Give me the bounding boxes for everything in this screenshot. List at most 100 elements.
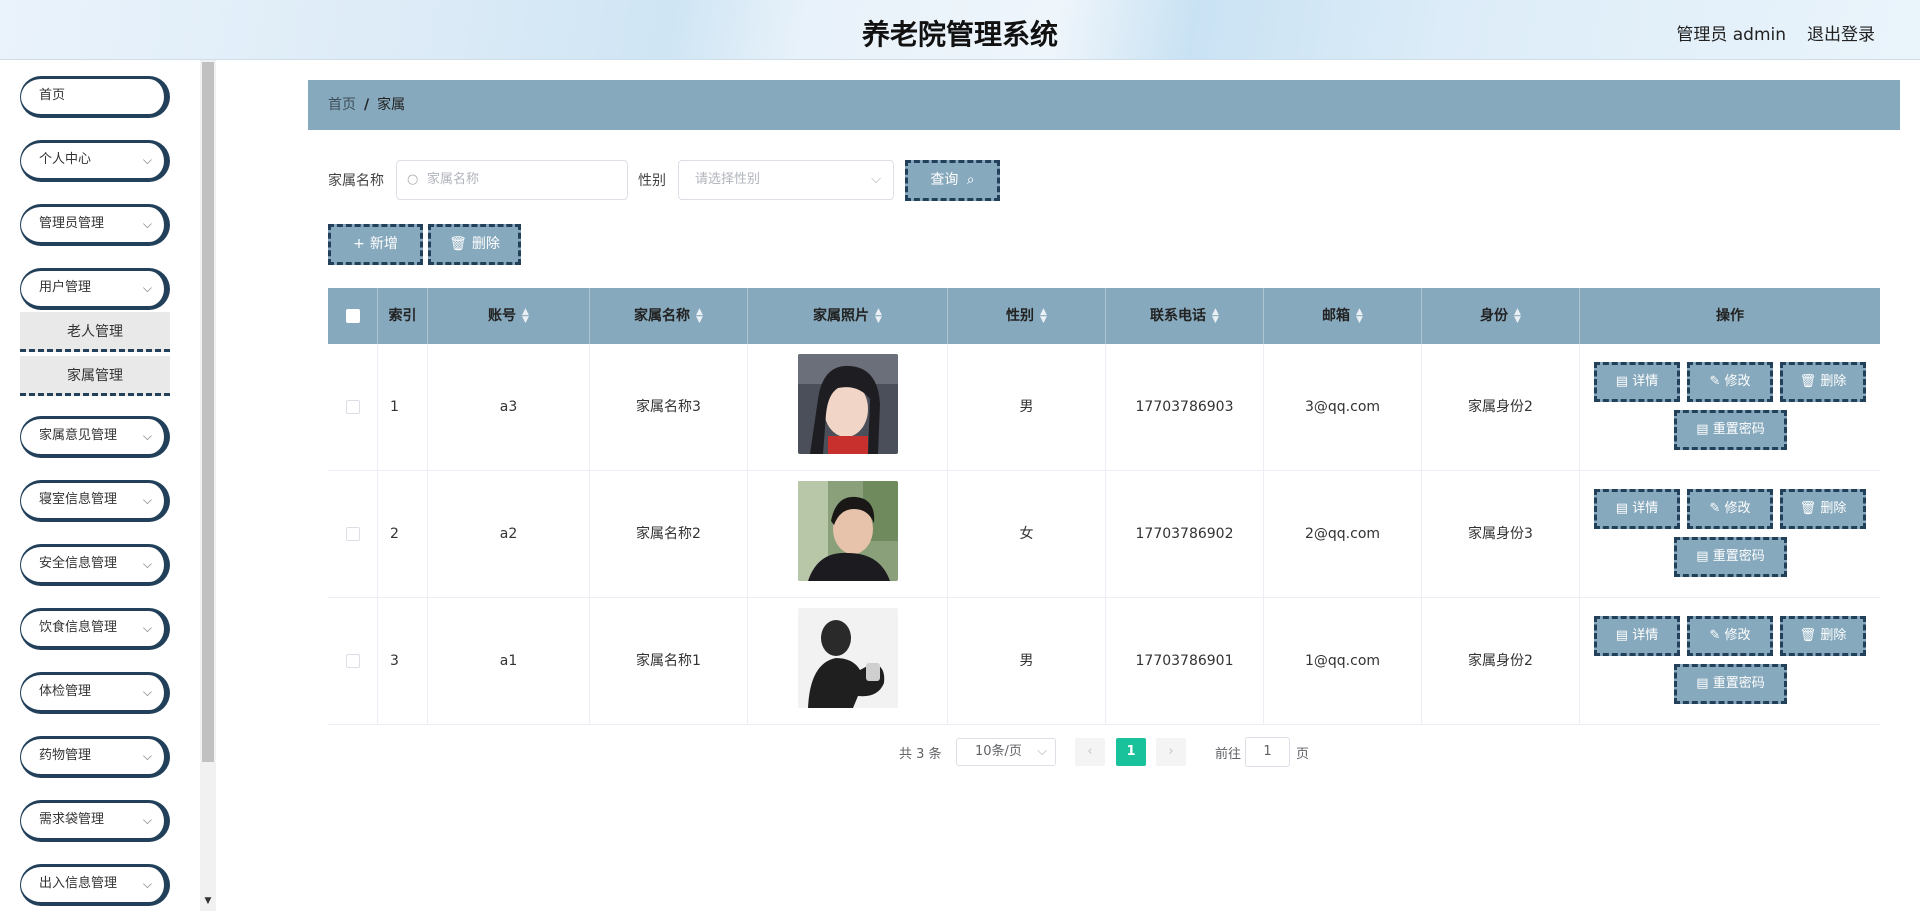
- sidebar-item-family-feedback[interactable]: 家属意见管理 ⌵: [20, 416, 170, 458]
- edit-button[interactable]: ✎ 修改: [1687, 616, 1773, 656]
- next-page-button[interactable]: ›: [1156, 738, 1186, 766]
- sidebar-item-label: 药物管理: [39, 748, 92, 763]
- sidebar: 首页 个人中心 ⌵ 管理员管理 ⌵ 用户管理 ⌵ 老人管理 家属管理 家属意见管理 ⌵ …: [0, 60, 216, 911]
- prev-page-button[interactable]: ‹: [1075, 738, 1105, 766]
- reset-password-button[interactable]: ▤ 重置密码: [1674, 410, 1787, 450]
- top-header: 养老院管理系统 管理员 admin 退出登录: [0, 0, 1920, 60]
- detail-button[interactable]: ▤ 详情: [1594, 616, 1680, 656]
- header-gender[interactable]: 性别 ▲ ▼: [948, 288, 1106, 344]
- sort-icon[interactable]: ▲ ▼: [875, 308, 882, 325]
- header-identity-label: 身份: [1480, 308, 1509, 324]
- sidebar-item-access[interactable]: 出入信息管理 ⌵: [20, 864, 170, 906]
- edit-button[interactable]: ✎ 修改: [1687, 362, 1773, 402]
- sidebar-item-dorm[interactable]: 寝室信息管理 ⌵: [20, 480, 170, 522]
- sort-icon[interactable]: ▲ ▼: [696, 308, 703, 325]
- detail-button[interactable]: ▤ 详情: [1594, 489, 1680, 529]
- cell-identity: 家属身份2: [1422, 344, 1580, 471]
- cell-index: 1: [378, 344, 428, 471]
- family-photo[interactable]: [798, 608, 898, 708]
- header-index: 索引: [378, 288, 428, 344]
- pager-total: 共 3 条: [899, 747, 942, 762]
- sidebar-item-home[interactable]: 首页: [20, 76, 170, 118]
- query-button[interactable]: 查询 ⌕: [905, 160, 1000, 201]
- select-all-checkbox[interactable]: [345, 309, 360, 323]
- name-search-input[interactable]: ○ 家属名称: [396, 160, 628, 200]
- row-checkbox-cell[interactable]: [328, 344, 378, 471]
- sidebar-item-label: 寝室信息管理: [39, 492, 118, 507]
- document-icon: ▤: [1696, 422, 1713, 437]
- goto-page-unit: 页: [1296, 747, 1310, 762]
- sidebar-item-diet[interactable]: 饮食信息管理 ⌵: [20, 608, 170, 650]
- header-identity[interactable]: 身份 ▲ ▼: [1422, 288, 1580, 344]
- sidebar-subitem-elderly[interactable]: 老人管理: [20, 312, 170, 352]
- chevron-down-icon: ⌵: [142, 749, 152, 763]
- select-all-checkbox-cell[interactable]: [328, 288, 378, 344]
- cell-email: 2@qq.com: [1264, 471, 1422, 598]
- sort-icon[interactable]: ▲ ▼: [1040, 308, 1047, 325]
- gender-select[interactable]: 请选择性别 ⌵: [678, 160, 894, 200]
- family-photo[interactable]: [798, 481, 898, 581]
- sort-icon[interactable]: ▲ ▼: [1212, 308, 1219, 325]
- gender-select-placeholder: 请选择性别: [695, 172, 761, 187]
- sidebar-item-safety[interactable]: 安全信息管理 ⌵: [20, 544, 170, 586]
- sidebar-item-checkup[interactable]: 体检管理 ⌵: [20, 672, 170, 714]
- row-checkbox[interactable]: [345, 400, 360, 414]
- breadcrumb: 首页 / 家属: [308, 80, 1900, 130]
- add-button[interactable]: + 新增: [328, 224, 423, 265]
- page-number-current[interactable]: 1: [1116, 738, 1146, 766]
- header-email[interactable]: 邮箱 ▲ ▼: [1264, 288, 1422, 344]
- breadcrumb-home[interactable]: 首页: [328, 97, 356, 113]
- delete-button[interactable]: 🗑 删除: [428, 224, 521, 265]
- header-account[interactable]: 账号 ▲ ▼: [428, 288, 590, 344]
- row-checkbox-cell[interactable]: [328, 471, 378, 598]
- chevron-down-icon: ⌵: [142, 153, 152, 167]
- header-name-label: 家属名称: [634, 308, 691, 324]
- header-name[interactable]: 家属名称 ▲ ▼: [590, 288, 748, 344]
- cell-phone: 17703786903: [1106, 344, 1264, 471]
- header-phone-label: 联系电话: [1150, 308, 1207, 324]
- sort-icon[interactable]: ▲ ▼: [522, 308, 529, 325]
- header-actions: 操作: [1716, 308, 1744, 324]
- breadcrumb-current: 家属: [377, 97, 406, 113]
- sidebar-subitem-family[interactable]: 家属管理: [20, 356, 170, 396]
- row-checkbox[interactable]: [345, 527, 360, 541]
- sort-icon[interactable]: ▲ ▼: [1514, 308, 1521, 325]
- search-icon: ○: [407, 172, 419, 187]
- sidebar-item-users[interactable]: 用户管理 ⌵: [20, 268, 170, 310]
- reset-password-button[interactable]: ▤ 重置密码: [1674, 537, 1787, 577]
- name-filter-label: 家属名称: [328, 173, 384, 189]
- admin-user-label: 管理员 admin: [1676, 25, 1786, 45]
- page-size-select[interactable]: 10条/页 ⌵: [956, 738, 1056, 766]
- app-title: 养老院管理系统: [861, 18, 1058, 51]
- header-photo[interactable]: 家属照片 ▲ ▼: [748, 288, 948, 344]
- header-photo-label: 家属照片: [813, 308, 870, 324]
- sidebar-item-medicine[interactable]: 药物管理 ⌵: [20, 736, 170, 778]
- edit-button[interactable]: ✎ 修改: [1687, 489, 1773, 529]
- logout-link[interactable]: 退出登录: [1807, 20, 1875, 45]
- sort-icon[interactable]: ▲ ▼: [1356, 308, 1363, 325]
- row-checkbox-cell[interactable]: [328, 598, 378, 725]
- sidebar-item-label: 饮食信息管理: [39, 620, 118, 635]
- detail-button[interactable]: ▤ 详情: [1594, 362, 1680, 402]
- reset-password-button[interactable]: ▤ 重置密码: [1674, 664, 1787, 704]
- delete-row-button[interactable]: 🗑 删除: [1780, 489, 1866, 529]
- delete-row-button[interactable]: 🗑 删除: [1780, 616, 1866, 656]
- goto-page-input[interactable]: 1: [1245, 737, 1290, 767]
- page-size-value: 10条/页: [975, 744, 1022, 759]
- delete-row-button[interactable]: 🗑 删除: [1780, 362, 1866, 402]
- trash-icon: 🗑: [1799, 628, 1821, 643]
- row-checkbox[interactable]: [345, 654, 360, 668]
- family-photo[interactable]: [798, 354, 898, 454]
- cell-email: 3@qq.com: [1264, 344, 1422, 471]
- sidebar-item-admin[interactable]: 管理员管理 ⌵: [20, 204, 170, 246]
- cell-gender: 女: [948, 471, 1106, 598]
- header-phone[interactable]: 联系电话 ▲ ▼: [1106, 288, 1264, 344]
- sidebar-item-profile[interactable]: 个人中心 ⌵: [20, 140, 170, 182]
- header-gender-label: 性别: [1006, 308, 1035, 324]
- cell-identity: 家属身份3: [1422, 471, 1580, 598]
- scroll-down-arrow-icon[interactable]: ▼: [202, 896, 214, 908]
- sidebar-item-label: 首页: [39, 88, 66, 103]
- cell-identity: 家属身份2: [1422, 598, 1580, 725]
- sidebar-scroll-thumb[interactable]: [202, 62, 214, 762]
- sidebar-item-needs[interactable]: 需求袋管理 ⌵: [20, 800, 170, 842]
